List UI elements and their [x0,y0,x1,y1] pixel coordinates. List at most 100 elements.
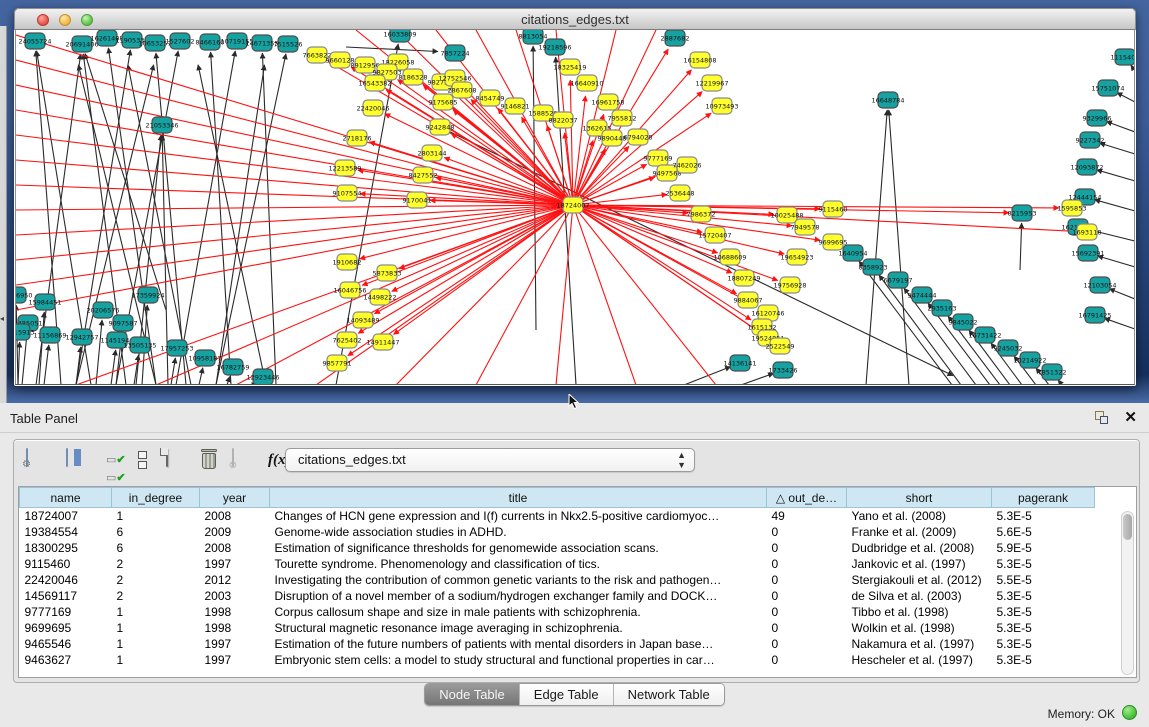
table-cell[interactable]: 2008 [200,540,270,556]
table-cell[interactable]: 9699695 [20,620,112,636]
table-cell[interactable]: 5.6E-5 [992,524,1095,540]
graph-node[interactable]: 9115460 [819,201,848,217]
graph-node[interactable]: 6679197 [884,272,913,288]
table-row[interactable]: 946362711997Embryonic stem cells: a mode… [20,652,1095,668]
graph-node[interactable]: 9097587 [109,315,138,331]
table-settings-button[interactable]: ⚙ [26,449,28,467]
graph-node[interactable]: 8358923 [859,259,888,275]
table-cell[interactable]: 0 [767,524,847,540]
table-cell[interactable]: 6 [112,540,200,556]
table-cell[interactable]: 1 [112,620,200,636]
table-selector-dropdown[interactable]: citations_edges.txt ▲▼ [285,448,695,472]
table-cell[interactable]: Nakamura et al. (1997) [847,636,992,652]
table-cell[interactable]: 49 [767,508,847,524]
graph-node[interactable]: 8822037 [549,112,578,128]
graph-node[interactable]: 9699695 [819,234,848,250]
table-cell[interactable]: Stergiakouli et al. (2012) [847,572,992,588]
column-header-in_degree[interactable]: in_degree [112,488,200,508]
table-cell[interactable]: Franke et al. (2009) [847,524,992,540]
scrollbar-thumb[interactable] [1123,514,1132,540]
table-cell[interactable]: Embryonic stem cells: a model to study s… [270,652,767,668]
table-cell[interactable]: 5.3E-5 [992,620,1095,636]
graph-node[interactable]: 9175685 [429,94,458,110]
table-cell[interactable]: 1998 [200,620,270,636]
graph-node[interactable]: 7857224 [441,45,470,61]
graph-node[interactable]: 12923446 [246,369,279,385]
graph-node[interactable]: 2803144 [418,145,447,161]
table-vertical-scrollbar[interactable] [1121,511,1134,675]
graph-node[interactable]: 16154808 [683,52,716,68]
table-cell[interactable]: Investigating the contribution of common… [270,572,767,588]
table-cell[interactable]: 0 [767,540,847,556]
table-cell[interactable]: 18300295 [20,540,112,556]
graph-node[interactable]: 9845022 [949,314,978,330]
graph-node[interactable]: 6794028 [624,129,653,145]
graph-node[interactable]: 1527602 [166,33,195,49]
graph-node[interactable]: 7625402 [333,332,362,348]
table-cell[interactable]: Genome-wide association studies in ADHD. [270,524,767,540]
table-cell[interactable]: 0 [767,572,847,588]
table-cell[interactable]: 5.3E-5 [992,556,1095,572]
graph-node[interactable]: 9107554 [333,185,362,201]
table-cell[interactable]: 9115460 [20,556,112,572]
column-header-name[interactable]: name [20,488,112,508]
graph-node[interactable]: 15692391 [1071,245,1104,261]
table-cell[interactable]: 5.3E-5 [992,604,1095,620]
graph-node[interactable]: 1910682 [333,254,362,270]
graph-node[interactable]: 7851322 [1038,364,1067,380]
table-cell[interactable]: Corpus callosum shape and size in male p… [270,604,767,620]
graph-node[interactable]: 9777169 [644,150,673,166]
column-header-short[interactable]: short [847,488,992,508]
table-cell[interactable]: 2 [112,556,200,572]
graph-node[interactable]: 8186328 [399,69,428,85]
table-row[interactable]: 1830029562008Estimation of significance … [20,540,1095,556]
graph-node[interactable]: 12093872 [1070,159,1103,175]
close-panel-icon[interactable]: ✕ [1124,408,1137,426]
table-cell[interactable]: Disruption of a novel member of a sodium… [270,588,767,604]
graph-node[interactable]: 8813054 [519,30,548,44]
graph-node[interactable]: 16640910 [570,75,603,91]
table-cell[interactable]: 9777169 [20,604,112,620]
table-cell[interactable]: 0 [767,652,847,668]
table-cell[interactable]: 0 [767,620,847,636]
graph-node[interactable]: 12219967 [695,75,728,91]
graph-node[interactable]: 12103054 [1083,277,1116,293]
table-cell[interactable]: 2012 [200,572,270,588]
graph-node[interactable]: 2522549 [766,338,795,354]
table-cell[interactable]: 1 [112,636,200,652]
table-cell[interactable]: 2009 [200,524,270,540]
graph-node[interactable]: 9890448 [598,130,627,146]
graph-node[interactable]: 7515526 [274,36,303,52]
graph-node[interactable]: 9474444 [908,287,937,303]
graph-node[interactable]: 16731422 [968,327,1001,343]
graph-node[interactable]: 8427552 [409,167,438,183]
table-cell[interactable]: 5.3E-5 [992,652,1095,668]
table-cell[interactable]: 9465546 [20,636,112,652]
row-height-button[interactable] [138,451,147,471]
graph-node[interactable]: 9170041 [403,192,432,208]
graph-node[interactable]: 2935163 [928,300,957,316]
table-cell[interactable]: Wolkin et al. (1998) [847,620,992,636]
graph-node[interactable]: 9146821 [501,98,530,114]
table-cell[interactable]: 14569117 [20,588,112,604]
table-cell[interactable]: 0 [767,556,847,572]
table-row[interactable]: 1872400712008Changes of HCN gene express… [20,508,1095,524]
table-cell[interactable]: 1997 [200,636,270,652]
graph-node[interactable]: 12213589 [328,160,361,176]
graph-node[interactable]: 15984451 [28,294,61,310]
column-header-year[interactable]: year [200,488,270,508]
graph-node[interactable]: 9884067 [734,292,763,308]
graph-node[interactable]: 1595853 [1058,200,1087,216]
graph-node[interactable]: 10688609 [713,249,746,265]
table-cell[interactable]: 0 [767,636,847,652]
table-cell[interactable]: 22420046 [20,572,112,588]
table-cell[interactable]: 5.3E-5 [992,508,1095,524]
graph-node[interactable]: 9242848 [426,119,455,135]
table-cell[interactable]: 6 [112,524,200,540]
table-row[interactable]: 969969511998Structural magnetic resonanc… [20,620,1095,636]
table-cell[interactable]: 1997 [200,556,270,572]
table-cell[interactable]: Yano et al. (2008) [847,508,992,524]
graph-node[interactable]: 12942757 [65,329,98,345]
graph-node[interactable]: 2887682 [661,30,690,46]
table-cell[interactable]: 9463627 [20,652,112,668]
